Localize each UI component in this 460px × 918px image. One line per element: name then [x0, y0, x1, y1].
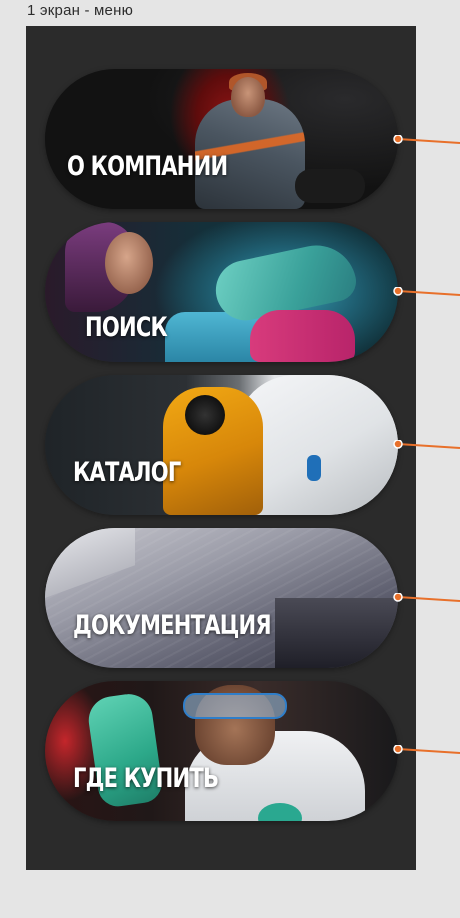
photo-figure-safety-glasses — [183, 693, 287, 719]
photo-figure-garment — [250, 310, 355, 362]
menu-item-label: КАТАЛОГ — [73, 457, 181, 488]
photo-figure-gas-mask — [185, 395, 225, 435]
frame-title: 1 экран - меню — [27, 2, 134, 19]
prototype-link-connector — [393, 135, 460, 144]
menu-item-label: ГДЕ КУПИТЬ — [73, 763, 219, 794]
photo-figure-desk — [275, 598, 398, 668]
photo-figure-head — [231, 77, 265, 117]
menu-item-documentation[interactable]: ДОКУМЕНТАЦИЯ — [45, 528, 398, 668]
prototype-link-connector — [393, 593, 460, 602]
photo-figure-label-patch — [307, 455, 321, 481]
menu-item-where-to-buy[interactable]: ГДЕ КУПИТЬ — [45, 681, 398, 821]
prototype-link-connector — [393, 745, 460, 754]
prototype-link-connector — [393, 440, 460, 449]
menu-item-catalog[interactable]: КАТАЛОГ — [45, 375, 398, 515]
prototype-link-connector — [393, 287, 460, 296]
photo-figure-boot — [295, 169, 365, 203]
photo-figure-face — [105, 232, 153, 294]
menu-item-label: ДОКУМЕНТАЦИЯ — [73, 610, 272, 641]
menu-item-label: О КОМПАНИИ — [67, 151, 228, 182]
menu-item-about-company[interactable]: О КОМПАНИИ — [45, 69, 398, 209]
menu-item-search[interactable]: ПОИСК — [45, 222, 398, 362]
menu-item-label: ПОИСК — [85, 312, 168, 343]
page-root: { "frame": { "title": "1 экран - меню" }… — [0, 0, 460, 918]
